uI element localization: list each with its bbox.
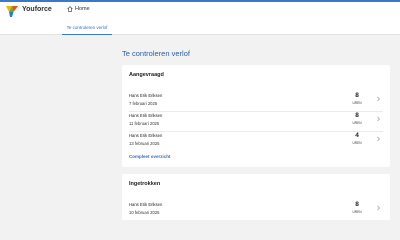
sub-navigation: Te controleren verlof (0, 20, 400, 35)
employee-name: Hans Erik Eriksen (129, 113, 163, 118)
chevron-right-icon[interactable] (376, 205, 381, 211)
chevron-right-icon[interactable] (376, 96, 381, 102)
leave-date: 7 februari 2025 (129, 101, 158, 106)
leave-date: 11 februari 2025 (129, 121, 160, 126)
hours-unit: UREN (352, 141, 362, 145)
withdrawn-title: Ingetrokken (129, 181, 161, 187)
brand-name: Youforce (22, 6, 52, 13)
requested-title: Aangevraagd (129, 72, 164, 78)
leave-hours: 8 (355, 112, 359, 119)
top-bar: Youforce Home (0, 0, 400, 20)
list-item[interactable]: Hans Erik Eriksen 10 februari 2025 8 URE… (129, 201, 383, 221)
page-title: Te controleren verlof (122, 49, 190, 58)
leave-date: 10 februari 2025 (129, 210, 160, 215)
leave-hours: 4 (355, 132, 359, 139)
leave-date: 13 februari 2025 (129, 141, 160, 146)
list-item[interactable]: Hans Erik Eriksen 7 februari 2025 8 UREN (129, 92, 383, 112)
requested-card: Aangevraagd Hans Erik Eriksen 7 februari… (122, 65, 390, 167)
home-icon (67, 6, 73, 12)
home-label: Home (75, 6, 90, 12)
chevron-right-icon[interactable] (376, 116, 381, 122)
tab-te-controleren-verlof[interactable]: Te controleren verlof (62, 20, 112, 35)
leave-hours: 8 (355, 92, 359, 99)
withdrawn-card: Ingetrokken Hans Erik Eriksen 10 februar… (122, 174, 390, 220)
employee-name: Hans Erik Eriksen (129, 133, 163, 138)
hours-unit: UREN (352, 121, 362, 125)
hours-unit: UREN (352, 101, 362, 105)
home-link[interactable]: Home (67, 6, 90, 12)
leave-hours: 8 (355, 201, 359, 208)
chevron-right-icon[interactable] (376, 136, 381, 142)
employee-name: Hans Erik Eriksen (129, 202, 163, 207)
youforce-logo[interactable] (6, 5, 18, 17)
list-item[interactable]: Hans Erik Eriksen 13 februari 2025 4 URE… (129, 132, 383, 152)
full-overview-link[interactable]: Compleet overzicht (129, 154, 171, 159)
list-item[interactable]: Hans Erik Eriksen 11 februari 2025 8 URE… (129, 112, 383, 132)
hours-unit: UREN (352, 210, 362, 214)
employee-name: Hans Erik Eriksen (129, 93, 163, 98)
